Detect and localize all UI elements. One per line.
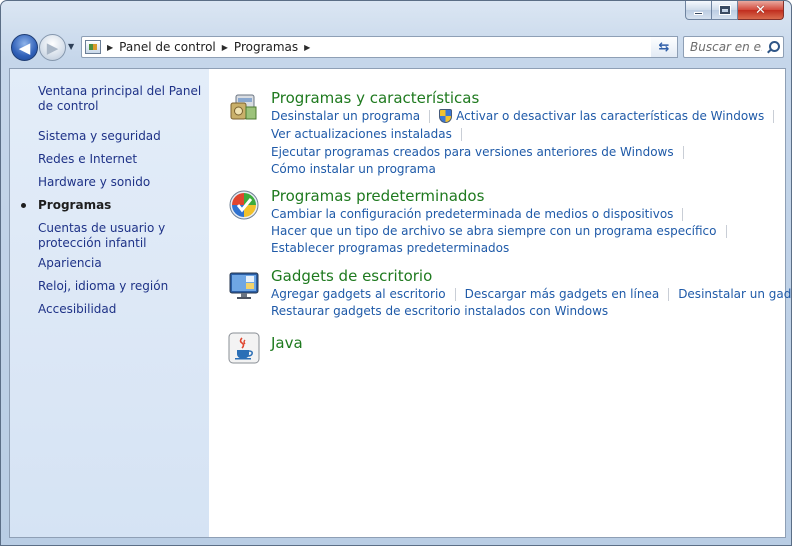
breadcrumb-separator-icon[interactable]: ▶ [107,43,113,52]
link-divider [429,109,431,123]
navigation-bar: ◀ ▶ ▼ ▶ Panel de control ▶ Programas ▶ ▼… [9,32,785,62]
caption-buttons: ✕ [685,1,784,20]
back-arrow-icon: ◀ [18,38,31,57]
autoplay-settings-link[interactable]: Cambiar la configuración predeterminada … [271,207,673,221]
search-input[interactable] [690,40,762,54]
sidebar-item-control-panel-home[interactable]: Ventana principal del Panel de control [38,84,208,114]
uninstall-program-link[interactable]: Desinstalar un programa [271,109,420,123]
breadcrumb-programs[interactable]: Programas [234,40,298,54]
sidebar-item-appearance[interactable]: Apariencia [38,256,208,271]
category-title[interactable]: Java [271,334,303,352]
sidebar-item-system-security[interactable]: Sistema y seguridad [38,129,208,144]
sidebar: Ventana principal del Panel de control S… [10,69,209,537]
programs-features-icon[interactable] [228,91,260,123]
close-icon: ✕ [755,2,766,18]
file-association-link[interactable]: Hacer que un tipo de archivo se abra sie… [271,224,717,238]
uninstall-gadget-link[interactable]: Desinstalar un gadget [678,287,792,301]
restore-gadgets-link[interactable]: Restaurar gadgets de escritorio instalad… [271,304,608,318]
windows-features-link[interactable]: Activar o desactivar las características… [456,109,764,123]
chevron-down-icon: ▼ [68,42,75,51]
installed-updates-link[interactable]: Ver actualizaciones instaladas [271,127,452,141]
forward-button[interactable]: ▶ [39,34,66,61]
window-frame: ✕ ◀ ▶ ▼ ▶ Panel de control ▶ Programas ▶… [0,0,792,546]
link-divider [668,287,670,301]
link-row: Cómo instalar un programa [271,162,436,176]
search-box[interactable] [683,36,784,58]
sidebar-item-accessibility[interactable]: Accesibilidad [38,302,208,317]
default-programs-icon[interactable] [228,189,260,221]
back-button[interactable]: ◀ [11,34,38,61]
link-row: Restaurar gadgets de escritorio instalad… [271,304,608,318]
compatibility-link[interactable]: Ejecutar programas creados para versione… [271,145,674,159]
link-divider [773,109,775,123]
link-row: Agregar gadgets al escritorio Descargar … [271,287,792,301]
minimize-button[interactable] [685,1,712,20]
breadcrumb-control-panel[interactable]: Panel de control [119,40,216,54]
control-panel-icon [85,40,101,54]
maximize-button[interactable] [712,1,738,20]
refresh-button[interactable]: ⇆ [651,36,678,58]
link-divider [682,207,684,221]
download-gadgets-link[interactable]: Descargar más gadgets en línea [465,287,660,301]
set-default-programs-link[interactable]: Establecer programas predeterminados [271,241,509,255]
link-row: Ejecutar programas creados para versione… [271,145,693,159]
category-title[interactable]: Programas y características [271,89,479,107]
link-row: Ver actualizaciones instaladas [271,127,471,141]
how-to-install-link[interactable]: Cómo instalar un programa [271,162,436,176]
forward-arrow-icon: ▶ [46,38,59,57]
sidebar-item-network-internet[interactable]: Redes e Internet [38,152,208,167]
sidebar-item-hardware-sound[interactable]: Hardware y sonido [38,175,208,190]
link-divider [725,224,727,238]
category-title[interactable]: Programas predeterminados [271,187,484,205]
category-title[interactable]: Gadgets de escritorio [271,267,432,285]
link-divider [682,145,684,159]
minimize-icon [694,11,703,15]
search-icon[interactable] [767,41,780,53]
sidebar-item-programs[interactable]: Programas [38,198,208,213]
add-gadgets-link[interactable]: Agregar gadgets al escritorio [271,287,446,301]
sidebar-item-user-accounts[interactable]: Cuentas de usuario y protección infantil [38,221,208,251]
uac-shield-icon [439,109,453,123]
link-divider [454,287,456,301]
java-icon[interactable] [228,332,260,364]
link-row: Establecer programas predeterminados [271,241,509,255]
link-row: Cambiar la configuración predeterminada … [271,207,692,221]
maximize-icon [718,5,731,15]
main-panel: Programas y características Desinstalar … [209,69,792,537]
link-row: Desinstalar un programa Activar o desact… [271,109,783,123]
address-bar[interactable]: ▶ Panel de control ▶ Programas ▶ ▼ [81,36,676,58]
refresh-icon: ⇆ [658,39,670,55]
current-item-bullet-icon [21,203,26,208]
link-row: Hacer que un tipo de archivo se abra sie… [271,224,736,238]
sidebar-item-clock-language-region[interactable]: Reloj, idioma y región [38,279,208,294]
link-divider [460,127,462,141]
breadcrumb-separator-icon[interactable]: ▶ [222,43,228,52]
desktop-gadgets-icon[interactable] [228,270,260,302]
close-button[interactable]: ✕ [738,1,784,20]
breadcrumb-separator-icon[interactable]: ▶ [304,43,310,52]
content-area: Ventana principal del Panel de control S… [9,68,792,538]
recent-pages-dropdown[interactable]: ▼ [68,42,78,52]
